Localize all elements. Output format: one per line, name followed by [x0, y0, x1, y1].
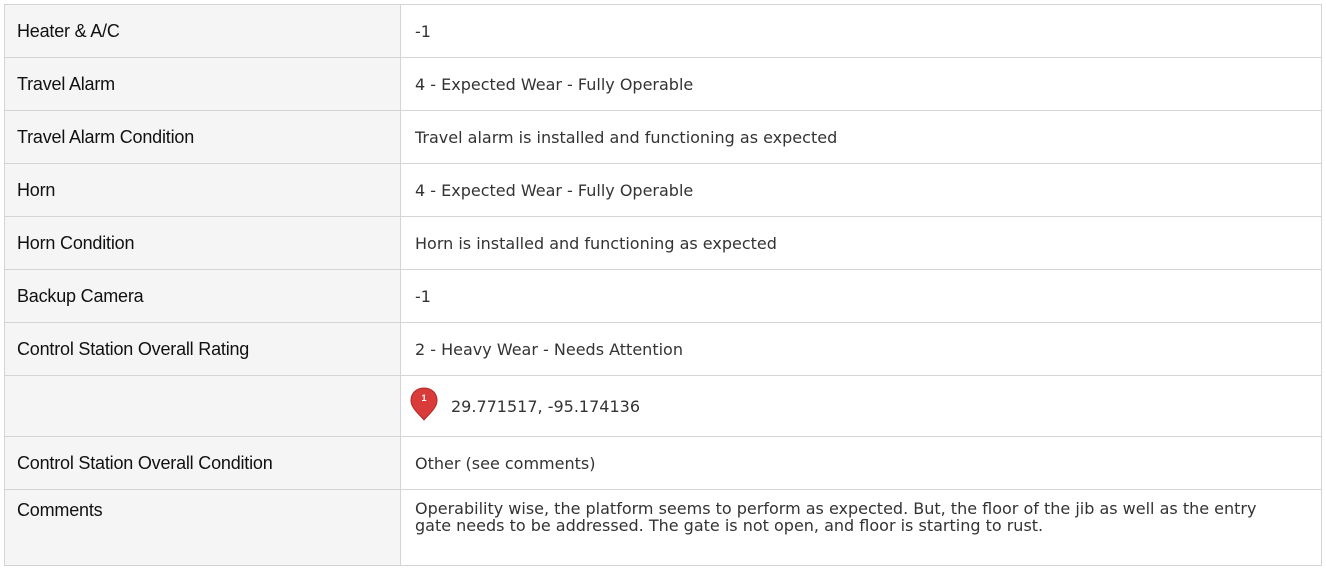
field-label-travel-alarm-condition: Travel Alarm Condition [5, 111, 401, 163]
field-value-heater-ac: -1 [401, 5, 1322, 57]
field-value-horn: 4 - Expected Wear - Fully Operable [401, 164, 1322, 216]
field-label-heater-ac: Heater & A/C [5, 5, 401, 57]
field-value-comments: Operability wise, the platform seems to … [401, 490, 1322, 565]
table-row: Comments Operability wise, the platform … [5, 490, 1322, 566]
map-pin-number: 1 [421, 393, 426, 403]
table-row: Travel Alarm 4 - Expected Wear - Fully O… [5, 58, 1322, 111]
table-row: Heater & A/C -1 [5, 5, 1322, 58]
field-label-horn: Horn [5, 164, 401, 216]
location-cell: 1 29.771517, -95.174136 [401, 376, 1322, 436]
location-coordinates: 29.771517, -95.174136 [451, 396, 640, 416]
field-label-backup-camera: Backup Camera [5, 270, 401, 322]
inspection-detail-table: Heater & A/C -1 Travel Alarm 4 - Expecte… [4, 4, 1322, 566]
table-row: Backup Camera -1 [5, 270, 1322, 323]
field-value-backup-camera: -1 [401, 270, 1322, 322]
field-label-control-station-condition: Control Station Overall Condition [5, 437, 401, 489]
table-row: Travel Alarm Condition Travel alarm is i… [5, 111, 1322, 164]
field-value-horn-condition: Horn is installed and functioning as exp… [401, 217, 1322, 269]
table-row: Horn Condition Horn is installed and fun… [5, 217, 1322, 270]
map-pin-icon[interactable]: 1 [409, 386, 439, 422]
field-value-travel-alarm-condition: Travel alarm is installed and functionin… [401, 111, 1322, 163]
field-label-comments: Comments [5, 490, 401, 565]
table-row-location: 1 29.771517, -95.174136 [5, 376, 1322, 437]
field-value-travel-alarm: 4 - Expected Wear - Fully Operable [401, 58, 1322, 110]
table-row: Control Station Overall Condition Other … [5, 437, 1322, 490]
field-label-control-station-rating: Control Station Overall Rating [5, 323, 401, 375]
field-value-control-station-condition: Other (see comments) [401, 437, 1322, 489]
field-value-control-station-rating: 2 - Heavy Wear - Needs Attention [401, 323, 1322, 375]
field-label-horn-condition: Horn Condition [5, 217, 401, 269]
table-row: Horn 4 - Expected Wear - Fully Operable [5, 164, 1322, 217]
field-label-travel-alarm: Travel Alarm [5, 58, 401, 110]
table-row: Control Station Overall Rating 2 - Heavy… [5, 323, 1322, 376]
field-label-location [5, 376, 401, 436]
